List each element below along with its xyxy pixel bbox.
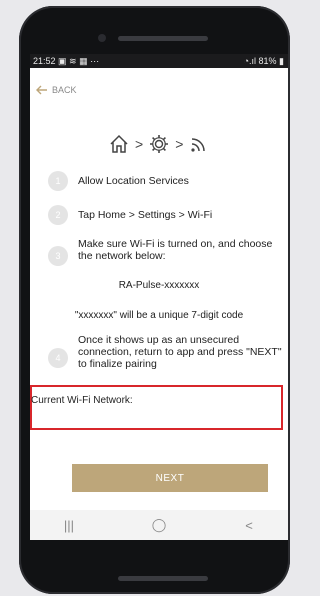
earpiece-speaker	[118, 36, 208, 41]
chevron-right-icon: >	[175, 136, 184, 152]
current-wifi-highlight	[30, 385, 283, 430]
status-time: 21:52	[33, 56, 56, 66]
step-text: Once it shows up as an unsecured connect…	[78, 334, 282, 370]
step-3: 3 Make sure Wi-Fi is turned on, and choo…	[48, 238, 283, 266]
step-text: Make sure Wi-Fi is turned on, and choose…	[78, 238, 273, 262]
home-icon	[110, 134, 128, 153]
step-text: Tap Home > Settings > Wi-Fi	[78, 209, 213, 221]
back-nav-button[interactable]: <	[219, 510, 279, 540]
step-text: Allow Location Services	[78, 175, 189, 187]
recents-icon: |||	[63, 517, 75, 533]
battery-level: 81%	[258, 56, 277, 66]
step-1: 1 Allow Location Services	[48, 171, 283, 191]
step-number: 1	[48, 171, 68, 191]
status-icons: ▣ ≋ ▦ ⋯	[58, 56, 100, 66]
step-number: 2	[48, 205, 68, 225]
status-bar: 21:52 ▣ ≋ ▦ ⋯ ◔.ıl 81% ▮	[30, 54, 288, 68]
signal-icon: ◔.ıl	[243, 56, 256, 66]
step-2: 2 Tap Home > Settings > Wi-Fi	[48, 205, 283, 225]
current-wifi-label: Current Wi-Fi Network:	[31, 395, 133, 406]
screen: 21:52 ▣ ≋ ▦ ⋯ ◔.ıl 81% ▮ BACK > > 1 Allo…	[30, 54, 288, 540]
wifi-icon	[191, 138, 206, 152]
chevron-right-icon: >	[135, 136, 144, 152]
next-button[interactable]: NEXT	[72, 464, 268, 492]
gear-icon	[150, 135, 169, 153]
code-note: "xxxxxxx" will be a unique 7-digit code	[74, 310, 244, 321]
step-number: 3	[48, 246, 68, 266]
camera-lens	[98, 34, 106, 42]
step-number: 4	[48, 348, 68, 368]
settings-path-icons: > >	[108, 132, 210, 156]
back-chevron-icon: <	[245, 517, 253, 533]
arrow-left-icon	[36, 85, 47, 95]
android-nav-bar: ||| ◯ <	[30, 510, 288, 540]
recents-button[interactable]: |||	[39, 510, 99, 540]
bottom-speaker	[118, 576, 208, 581]
status-left: 21:52 ▣ ≋ ▦ ⋯	[33, 54, 99, 68]
status-right: ◔.ıl 81% ▮	[244, 54, 284, 68]
battery-icon: ▮	[279, 56, 284, 66]
back-button[interactable]: BACK	[36, 83, 77, 97]
network-name: RA-Pulse-xxxxxxx	[118, 280, 200, 291]
back-label: BACK	[52, 85, 77, 95]
step-4: 4 Once it shows up as an unsecured conne…	[48, 334, 283, 370]
home-circle-icon: ◯	[151, 517, 167, 532]
home-nav-button[interactable]: ◯	[129, 510, 189, 540]
